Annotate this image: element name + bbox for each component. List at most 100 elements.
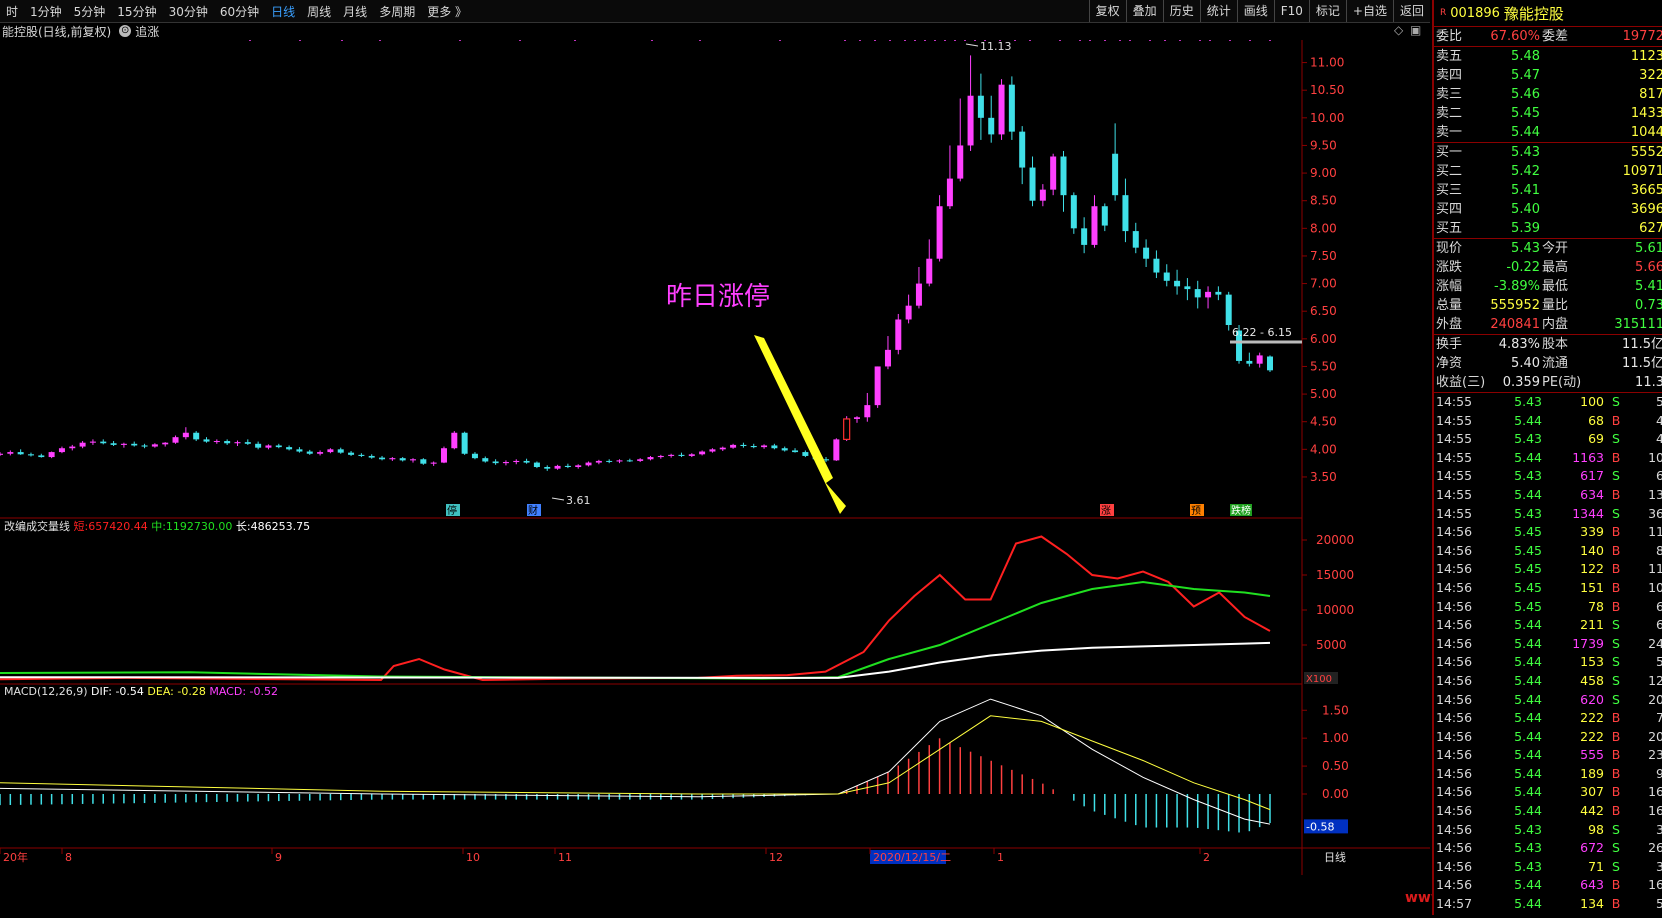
- buy-row[interactable]: 买三 5.41 3665: [1434, 181, 1662, 200]
- period-tab[interactable]: 60分钟: [214, 3, 265, 20]
- buy-cell: 买五: [1436, 221, 1463, 236]
- tick-cell: 1344: [1572, 505, 1604, 521]
- event-dot: [1179, 39, 1181, 41]
- sell-row[interactable]: 卖一 5.44 1044: [1434, 123, 1662, 142]
- candle-body: [946, 178, 953, 207]
- tick-row: 14:56 5.44 211 S6: [1434, 616, 1662, 635]
- candle-body: [668, 454, 675, 456]
- event-dot: [299, 39, 301, 41]
- price-tick-label: 4.50: [1310, 415, 1337, 429]
- period-tab[interactable]: 5分钟: [68, 3, 112, 20]
- tool-button[interactable]: F10: [1273, 0, 1309, 22]
- tool-button[interactable]: 复权: [1088, 0, 1126, 22]
- candle-body: [657, 455, 664, 458]
- tick-row: 14:56 5.44 555 B 23: [1434, 746, 1662, 765]
- candle-body: [224, 441, 231, 444]
- stat-row-cell: 涨跌: [1436, 260, 1463, 275]
- sell-row[interactable]: 卖二 5.45 1433: [1434, 104, 1662, 123]
- period-tab[interactable]: 时: [0, 3, 24, 20]
- tool-button[interactable]: 统计: [1199, 0, 1237, 22]
- diamond-icon[interactable]: ◇: [1394, 23, 1403, 37]
- chase-mode-label[interactable]: 追涨: [135, 23, 159, 40]
- tool-button[interactable]: 叠加: [1125, 0, 1163, 22]
- event-dot: [1199, 39, 1201, 41]
- sell-row[interactable]: 卖四 5.47 322: [1434, 66, 1662, 85]
- tick-cell: 20: [1648, 691, 1662, 707]
- date-tick-label: 2: [1203, 851, 1210, 864]
- period-tab[interactable]: 1分钟: [24, 3, 68, 20]
- buy-row[interactable]: 买二 5.42 10971: [1434, 162, 1662, 181]
- tick-row: 14:55 5.43 69 S4: [1434, 430, 1662, 449]
- period-tab[interactable]: 周线: [301, 3, 337, 20]
- candle-body: [575, 465, 582, 468]
- settings-icon[interactable]: ⊙: [119, 25, 132, 37]
- sell-row[interactable]: 卖五 5.48 1123: [1434, 47, 1662, 66]
- sell-cell: 卖五: [1436, 49, 1463, 64]
- tick-cell: 620: [1580, 691, 1604, 707]
- tool-button[interactable]: 返回: [1392, 0, 1430, 22]
- candle-body: [1267, 356, 1273, 371]
- event-dot: [1209, 39, 1211, 41]
- sell-row[interactable]: 卖三 5.46 817: [1434, 85, 1662, 104]
- tick-cell: 5.44: [1514, 635, 1542, 651]
- tick-row: 14:56 5.44 458 S 12: [1434, 672, 1662, 691]
- event-dot: [1129, 39, 1131, 41]
- tick-cell: 12: [1648, 672, 1662, 688]
- chart-svg[interactable]: 11.0010.5010.009.509.008.508.007.507.006…: [0, 39, 1430, 915]
- tick-cell: 5.44: [1514, 486, 1542, 502]
- tick-cell: B: [1611, 784, 1621, 800]
- vol-series-line: [0, 580, 1271, 680]
- period-tab[interactable]: 日线: [265, 3, 301, 20]
- tick-row: 14:56 5.44 222 B7: [1434, 709, 1662, 728]
- period-tab[interactable]: 更多 》: [421, 3, 473, 20]
- tick-cell: S: [1612, 654, 1620, 670]
- period-tab[interactable]: 多周期: [373, 3, 421, 20]
- candle-body: [740, 444, 747, 447]
- high-label: 11.13: [980, 40, 1012, 53]
- candle-body: [244, 442, 251, 444]
- tick-cell: 5.44: [1514, 896, 1542, 912]
- period-tab[interactable]: 月线: [337, 3, 373, 20]
- window-icon[interactable]: ▣: [1410, 23, 1421, 37]
- tick-cell: S: [1612, 505, 1620, 521]
- tick-cell: 5: [1628, 895, 1662, 914]
- kline-chart-area[interactable]: 11.00 10.50 10.00 9.50 9.00 8.50 8.00 7.50 7.00 6…: [0, 39, 1535, 915]
- stat-row-cell: 5.43: [1511, 241, 1540, 256]
- tick-cell: 8: [1628, 542, 1662, 561]
- candle-body: [1091, 206, 1098, 245]
- candle-body: [781, 448, 788, 451]
- tool-button[interactable]: 历史: [1162, 0, 1200, 22]
- tool-button[interactable]: 画线: [1236, 0, 1274, 22]
- stock-code[interactable]: 001896: [1450, 6, 1500, 21]
- tick-row: 14:56 5.43 672 S 26: [1434, 839, 1662, 858]
- sell-cell: 817: [1639, 87, 1662, 102]
- tick-row: 14:56 5.44 222 B 20: [1434, 728, 1662, 747]
- buy-row[interactable]: 买五 5.39 627: [1434, 219, 1662, 238]
- vol-legend-part: 长:: [236, 520, 251, 533]
- tick-cell: 6: [1628, 467, 1662, 486]
- tick-row: 14:55 5.43 100 S5: [1434, 393, 1662, 412]
- macd-tick-label: 0.00: [1322, 787, 1349, 801]
- stat-row: 收益(三) 0.359 PE(动) 11.3: [1434, 373, 1662, 392]
- buy-row[interactable]: 买四 5.40 3696: [1434, 200, 1662, 219]
- candle-body: [761, 445, 768, 448]
- tool-button[interactable]: +自选: [1345, 0, 1393, 22]
- tick-cell: 222: [1580, 710, 1604, 726]
- vol-tick-label: 5000: [1316, 638, 1347, 652]
- macd-legend-part: MACD(12,26,9): [4, 685, 91, 698]
- tick-cell: 5.45: [1514, 598, 1542, 614]
- sell-cell: 卖二: [1436, 106, 1463, 121]
- period-tab[interactable]: 15分钟: [111, 3, 162, 20]
- candle-body: [471, 453, 478, 459]
- tick-cell: B: [1611, 579, 1621, 595]
- tick-list[interactable]: 14:555.43100S514:555.4468B414:555.4369S4…: [1434, 393, 1662, 915]
- sell-cell: 5.45: [1511, 106, 1540, 121]
- tool-button[interactable]: 标记: [1308, 0, 1346, 22]
- event-dot: [944, 39, 946, 41]
- stat-row-cell: 555952: [1490, 298, 1540, 313]
- candle-body: [234, 442, 241, 444]
- stock-name[interactable]: 豫能控股: [1504, 3, 1564, 24]
- tick-cell: 1163: [1572, 449, 1604, 465]
- buy-row[interactable]: 买一 5.43 5552: [1434, 143, 1662, 162]
- period-tab[interactable]: 30分钟: [163, 3, 214, 20]
